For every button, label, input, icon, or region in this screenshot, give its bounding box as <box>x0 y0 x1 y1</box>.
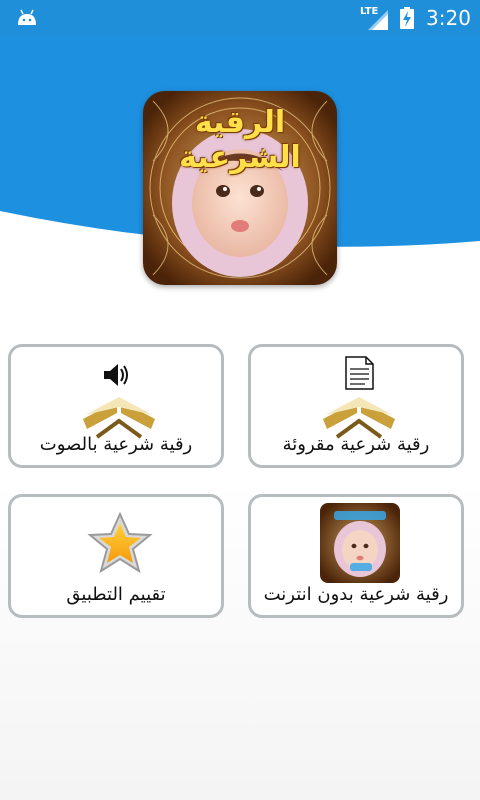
document-quran-icon <box>323 356 395 439</box>
menu-audio-ruqyah[interactable]: رقية شرعية بالصوت <box>8 344 224 468</box>
menu-rate-app[interactable]: تقييم التطبيق <box>8 494 224 618</box>
status-bar: LTE 3:20 <box>0 0 480 36</box>
signal-icon <box>368 10 388 30</box>
menu-offline-ruqyah[interactable]: رقية شرعية بدون انترنت <box>248 494 464 618</box>
menu-rate-label: تقييم التطبيق <box>66 584 166 605</box>
logo-title: الرقية الشرعية <box>179 105 301 175</box>
speaker-quran-icon <box>83 364 155 439</box>
app-logo: الرقية الشرعية <box>143 91 337 285</box>
menu-written-label: رقية شرعية مقروئة <box>282 434 430 455</box>
star-icon <box>87 511 153 574</box>
menu-audio-label: رقية شرعية بالصوت <box>39 434 193 455</box>
battery-charging-icon <box>400 7 414 29</box>
clock: 3:20 <box>426 6 471 30</box>
baby-ruqyah-thumbnail-icon <box>320 503 400 583</box>
menu-offline-label: رقية شرعية بدون انترنت <box>263 584 449 605</box>
android-notification-icon <box>18 9 36 25</box>
menu-written-ruqyah[interactable]: رقية شرعية مقروئة <box>248 344 464 468</box>
